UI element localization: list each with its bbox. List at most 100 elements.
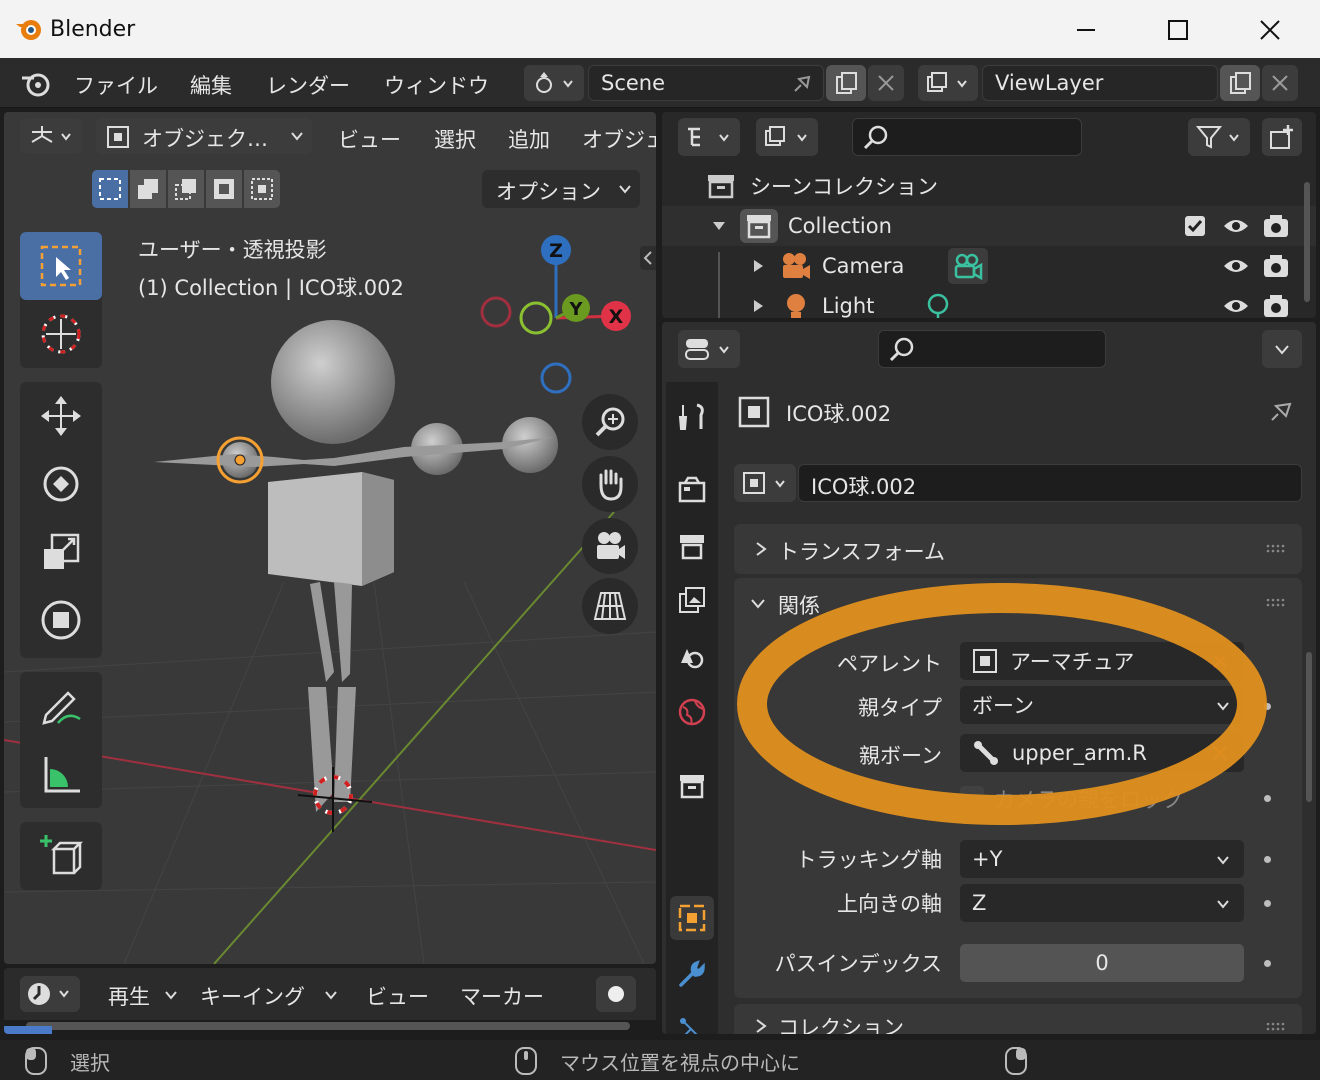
new-collection-button[interactable]	[1262, 118, 1302, 156]
timeline-current-frame[interactable]	[4, 1026, 52, 1034]
tracking-axis-dropdown[interactable]: +Y	[960, 840, 1244, 878]
minimize-button[interactable]	[1066, 10, 1106, 50]
sidebar-toggle[interactable]	[640, 246, 656, 270]
camera-data-button[interactable]	[948, 248, 988, 284]
pan-button[interactable]	[582, 456, 638, 512]
tab-modifiers[interactable]	[670, 952, 714, 996]
filter-dropdown[interactable]	[1188, 118, 1250, 156]
tracking-keyframe-dot[interactable]	[1264, 856, 1271, 863]
select-extend-button[interactable]	[130, 170, 166, 208]
record-button[interactable]	[596, 976, 636, 1012]
viewlayer-new-button[interactable]	[1220, 65, 1260, 101]
tab-collection[interactable]	[670, 764, 714, 808]
viewlayer-field[interactable]: ViewLayer	[982, 65, 1218, 101]
outliner-row-scene-collection[interactable]: シーンコレクション	[662, 166, 1316, 206]
options-dropdown[interactable]: オプション	[482, 170, 640, 208]
properties-options-dropdown[interactable]	[1262, 330, 1302, 368]
tool-annotate[interactable]	[20, 672, 102, 740]
timeline-editor-dropdown[interactable]	[20, 976, 80, 1012]
drag-handle-icon[interactable]	[1266, 544, 1288, 554]
tool-add-cube[interactable]	[20, 822, 102, 890]
menu-file[interactable]: ファイル	[74, 70, 158, 100]
perspective-toggle-button[interactable]	[582, 578, 638, 634]
tool-transform[interactable]	[20, 586, 102, 654]
mode-dropdown[interactable]: オブジェク…	[96, 118, 312, 154]
select-intersect-button[interactable]	[244, 170, 280, 208]
viewport-menu-select[interactable]: 選択	[434, 124, 476, 154]
render-camera-icon[interactable]	[1262, 253, 1290, 279]
close-button[interactable]	[1250, 10, 1290, 50]
pass-index-input[interactable]: 0	[960, 944, 1244, 982]
playback-dropdown[interactable]: 再生	[94, 976, 186, 1012]
panel-transform[interactable]: トランスフォーム	[734, 524, 1302, 574]
pin-icon[interactable]	[789, 71, 815, 97]
editor-type-dropdown[interactable]	[20, 118, 82, 154]
tab-render[interactable]	[670, 468, 714, 512]
tool-rotate[interactable]	[20, 450, 102, 518]
scene-new-button[interactable]	[826, 65, 866, 101]
viewlayer-delete-button[interactable]	[1262, 65, 1298, 101]
maximize-button[interactable]	[1158, 10, 1198, 50]
light-data-icon[interactable]	[924, 292, 952, 318]
properties-search-input[interactable]	[878, 330, 1106, 368]
viewlayer-type-dropdown[interactable]	[918, 65, 978, 101]
tab-particles[interactable]	[670, 1008, 714, 1034]
scene-delete-button[interactable]	[868, 65, 904, 101]
navigation-gizmo[interactable]: Z X Y	[474, 232, 644, 402]
menu-render[interactable]: レンダー	[266, 70, 350, 100]
tool-scale[interactable]	[20, 518, 102, 586]
tab-world[interactable]	[670, 690, 714, 734]
panel-collection[interactable]: コレクション	[734, 1004, 1302, 1034]
up-axis-keyframe-dot[interactable]	[1264, 900, 1271, 907]
pass-index-keyframe-dot[interactable]	[1264, 960, 1271, 967]
outliner-editor-dropdown[interactable]	[678, 118, 740, 156]
outliner-search-input[interactable]	[852, 118, 1082, 156]
menu-window[interactable]: ウィンドウ	[384, 70, 489, 100]
outliner-scrollbar[interactable]	[1304, 182, 1310, 302]
render-camera-icon[interactable]	[1262, 213, 1290, 239]
blender-menu-icon[interactable]	[20, 70, 52, 98]
tool-cursor[interactable]	[20, 300, 102, 368]
tab-scene[interactable]	[670, 634, 714, 678]
select-new-button[interactable]	[92, 170, 128, 208]
timeline-scrollbar[interactable]	[26, 1022, 630, 1030]
display-mode-dropdown[interactable]	[756, 118, 818, 156]
tab-output[interactable]	[670, 524, 714, 568]
scene-type-dropdown[interactable]	[524, 65, 584, 101]
timeline-ruler[interactable]	[4, 1020, 656, 1034]
tool-move[interactable]	[20, 382, 102, 450]
tab-tool[interactable]	[670, 394, 714, 438]
outliner-row-camera[interactable]: Camera	[662, 246, 1316, 286]
render-camera-icon[interactable]	[1262, 293, 1290, 318]
expand-right-icon[interactable]	[752, 299, 764, 313]
menu-edit[interactable]: 編集	[190, 70, 232, 100]
object-datablock-dropdown[interactable]	[734, 464, 796, 502]
tab-object[interactable]	[670, 896, 714, 940]
viewport-menu-add[interactable]: 追加	[508, 124, 550, 154]
drag-handle-icon[interactable]	[1266, 1022, 1288, 1032]
zoom-button[interactable]	[582, 394, 638, 450]
pin-icon[interactable]	[1266, 396, 1296, 426]
properties-editor-dropdown[interactable]	[678, 330, 740, 368]
keying-dropdown[interactable]: キーイング	[188, 976, 346, 1012]
properties-scrollbar[interactable]	[1306, 652, 1312, 802]
outliner-row-collection[interactable]: Collection	[662, 206, 1316, 246]
select-subtract-button[interactable]	[168, 170, 204, 208]
expand-right-icon[interactable]	[752, 259, 764, 273]
up-axis-dropdown[interactable]: Z	[960, 884, 1244, 922]
object-name-input[interactable]: ICO球.002	[798, 464, 1302, 502]
expand-down-icon[interactable]	[712, 219, 726, 233]
timeline-menu-view[interactable]: ビュー	[366, 981, 429, 1011]
viewport-menu-object[interactable]: オブジェ	[582, 124, 656, 154]
viewport-menu-view[interactable]: ビュー	[338, 124, 401, 154]
tab-view-layer[interactable]	[670, 578, 714, 622]
outliner-row-light[interactable]: Light	[662, 286, 1316, 318]
scene-field[interactable]: Scene	[588, 65, 824, 101]
eye-icon[interactable]	[1222, 214, 1250, 238]
3d-viewport[interactable]: オブジェク… ビュー 選択 追加 オブジェ オプション ユーザー・透視投影 (1…	[4, 112, 656, 964]
tool-select-box[interactable]	[20, 232, 102, 300]
eye-icon[interactable]	[1222, 254, 1250, 278]
tool-measure[interactable]	[20, 740, 102, 808]
eye-icon[interactable]	[1222, 294, 1250, 318]
timeline-menu-marker[interactable]: マーカー	[460, 981, 544, 1011]
